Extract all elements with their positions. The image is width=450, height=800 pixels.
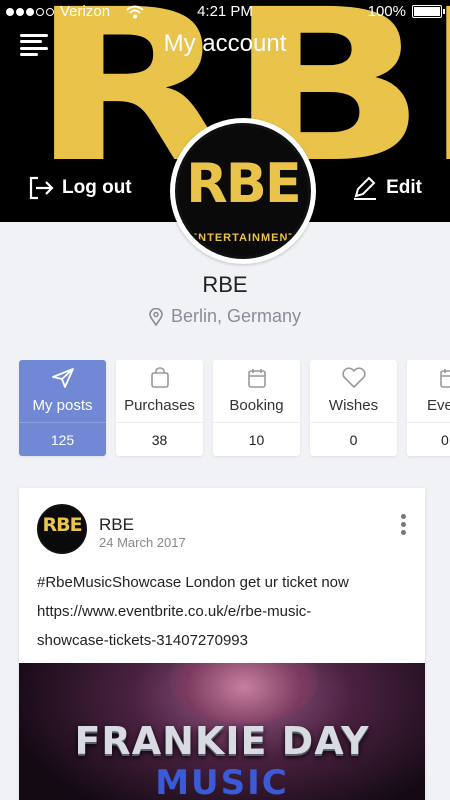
tile-value: 38 xyxy=(116,422,203,456)
tile-label: Wishes xyxy=(328,397,379,414)
profile-location: Berlin, Germany xyxy=(0,306,450,327)
tile-booking[interactable]: Booking 10 xyxy=(213,360,300,456)
tile-events[interactable]: Eve 0 xyxy=(407,360,450,456)
post-image-face xyxy=(169,663,319,723)
location-pin-icon xyxy=(149,307,163,326)
post-text: #RbeMusicShowcase London get ur ticket n… xyxy=(37,568,412,655)
tile-label: My posts xyxy=(32,397,93,414)
tile-value: 125 xyxy=(19,422,106,456)
heart-icon xyxy=(341,367,366,388)
post-text-line: #RbeMusicShowcase London get ur ticket n… xyxy=(37,574,349,591)
avatar[interactable]: RBE ENTERTAINMENT xyxy=(170,118,316,264)
post-avatar-logo-text: RBE xyxy=(42,514,82,536)
post-date: 24 March 2017 xyxy=(99,535,186,550)
post-image-sub: MUSIC xyxy=(155,763,289,800)
stats-row: My posts 125 Purchases 38 Booking 10 Wis… xyxy=(19,360,450,456)
status-right: 100% xyxy=(367,3,445,20)
post-image[interactable]: FRANKIE DAY MUSIC xyxy=(19,663,425,800)
logout-icon xyxy=(29,176,54,200)
calendar-icon xyxy=(247,369,266,388)
post-link[interactable]: https://www.eventbrite.co.uk/e/rbe-music… xyxy=(37,597,412,626)
avatar-image: RBE ENTERTAINMENT xyxy=(175,123,311,259)
post-card[interactable]: RBE RBE 24 March 2017 #RbeMusicShowcase … xyxy=(19,488,425,800)
tile-label: Booking xyxy=(229,397,284,414)
tile-wishes[interactable]: Wishes 0 xyxy=(310,360,397,456)
tile-purchases[interactable]: Purchases 38 xyxy=(116,360,203,456)
status-bar: Verizon 4:21 PM 100% xyxy=(0,0,450,24)
post-image-headline: FRANKIE DAY xyxy=(74,719,370,763)
post-avatar[interactable]: RBE xyxy=(37,504,87,554)
edit-label: Edit xyxy=(386,177,422,198)
profile-name: RBE xyxy=(202,272,248,297)
tile-label: Eve xyxy=(427,397,450,414)
battery-percent: 100% xyxy=(367,3,406,20)
bag-icon xyxy=(150,367,169,388)
edit-button[interactable]: Edit xyxy=(352,176,422,200)
edit-icon xyxy=(354,176,377,200)
more-options-icon[interactable] xyxy=(401,514,407,535)
battery-icon xyxy=(412,5,445,18)
calendar-icon xyxy=(440,369,450,388)
post-author[interactable]: RBE xyxy=(99,515,134,535)
tile-value: 10 xyxy=(213,422,300,456)
logout-button[interactable]: Log out xyxy=(28,176,132,200)
tile-my-posts[interactable]: My posts 125 xyxy=(19,360,106,456)
page-title: My account xyxy=(163,30,287,57)
tile-label: Purchases xyxy=(124,397,195,414)
send-icon xyxy=(51,368,74,388)
logout-label: Log out xyxy=(62,177,132,198)
tile-value: 0 xyxy=(407,422,450,456)
tile-value: 0 xyxy=(310,422,397,456)
avatar-logo-subtext: ENTERTAINMENT xyxy=(189,232,297,244)
post-link[interactable]: showcase-tickets-31407270993 xyxy=(37,626,412,655)
avatar-logo-text: RBE xyxy=(186,152,302,215)
location-label: Berlin, Germany xyxy=(170,306,302,326)
